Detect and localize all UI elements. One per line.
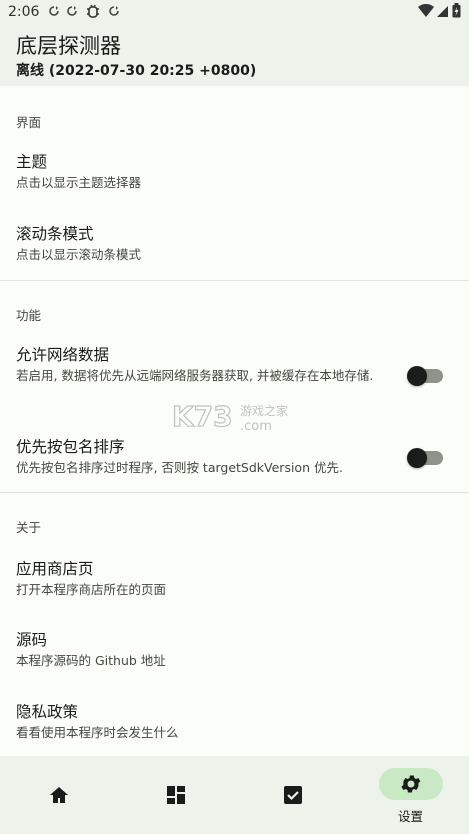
pref-summary: 本程序源码的 Github 地址 [16,653,166,668]
settings-icon [400,775,420,793]
checkbox-icon [283,786,302,804]
pref-source-code[interactable]: 源码 本程序源码的 Github 地址 [16,629,396,670]
pref-summary: 点击以显示滚动条模式 [16,247,142,262]
pref-privacy-policy[interactable]: 隐私政策 看看使用本程序时会发生什么 [16,701,396,742]
nav-checklist[interactable] [234,756,351,834]
pref-app-store[interactable]: 应用商店页 打开本程序商店所在的页面 [16,558,396,599]
bug-icon [85,4,101,21]
pref-network-data[interactable]: 允许网络数据 若启用, 数据将优先从远端网络服务器获取, 并被缓存在本地存储. [16,344,386,385]
watermark-logo: K73 游戏之家 .com [171,399,302,434]
switch-thumb [407,448,427,468]
page-subtitle: 离线 (2022-07-30 20:25 +0800) [16,63,257,79]
pref-title: 滚动条模式 [16,225,94,243]
status-time: 2:06 [8,4,40,20]
sync-icon [109,5,120,19]
pref-title: 隐私政策 [16,703,79,721]
pref-title: 主题 [16,153,48,171]
nav-active-indicator [378,768,443,800]
pref-title: 优先按包名排序 [16,438,125,456]
pref-title: 允许网络数据 [16,346,110,364]
watermark-domain: .com [240,419,272,434]
sort-by-package-switch[interactable] [407,448,443,468]
pref-theme[interactable]: 主题 点击以显示主题选择器 [16,151,396,192]
pref-summary: 打开本程序商店所在的页面 [16,582,167,597]
dashboard-icon [166,786,185,804]
cellular-icon [437,4,449,22]
pref-scrollbar-mode[interactable]: 滚动条模式 点击以显示滚动条模式 [16,223,396,264]
sync-icon [49,5,60,19]
sync-icon [67,5,78,19]
section-header-interface: 界面 [16,115,42,130]
watermark-k73: K73 [172,400,233,433]
section-header-about: 关于 [16,520,42,535]
home-icon [49,787,68,803]
nav-home[interactable] [0,756,117,834]
bottom-navigation: 设置 [0,756,469,834]
network-data-switch[interactable] [407,366,443,386]
pref-summary: 点击以显示主题选择器 [16,175,142,190]
page-title: 底层探测器 [16,34,121,58]
wifi-icon [418,3,434,22]
divider [0,280,469,281]
status-bar: 2:06 [0,0,469,24]
pref-summary: 看看使用本程序时会发生什么 [16,725,179,740]
pref-sort-by-package[interactable]: 优先按包名排序 优先按包名排序过时程序, 否则按 targetSdkVersio… [16,436,386,477]
watermark-site: 游戏之家 [240,403,288,418]
nav-settings[interactable]: 设置 [352,756,469,834]
pref-title: 应用商店页 [16,560,94,578]
pref-summary: 若启用, 数据将优先从远端网络服务器获取, 并被缓存在本地存储. [16,368,374,383]
nav-label-settings: 设置 [397,809,423,824]
switch-thumb [407,366,427,386]
divider [0,492,469,493]
pref-summary: 优先按包名排序过时程序, 否则按 targetSdkVersion 优先. [16,460,343,475]
app-bar: 底层探测器 离线 (2022-07-30 20:25 +0800) [0,24,469,86]
nav-dashboard[interactable] [117,756,234,834]
pref-title: 源码 [16,631,48,649]
battery-icon [452,3,461,22]
section-header-features: 功能 [16,308,42,323]
